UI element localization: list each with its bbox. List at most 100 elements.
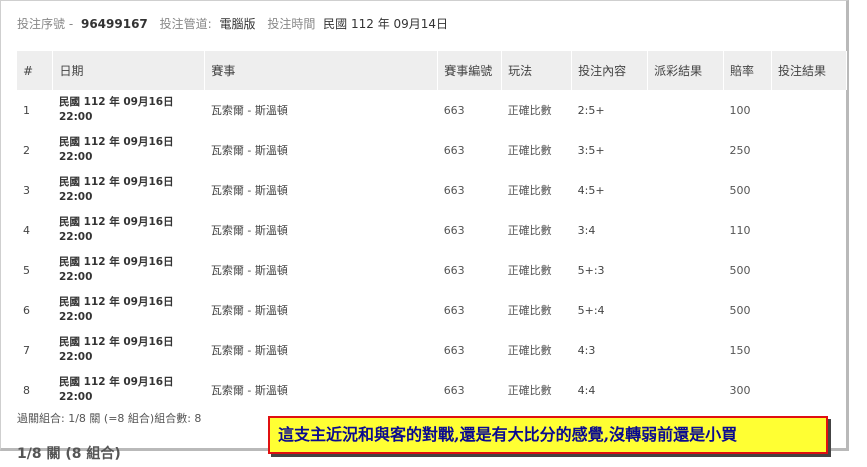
row-content: 2:5+: [577, 103, 605, 117]
row-date-time: 22:00: [58, 351, 93, 363]
combo-section-title: 1/8 關 (8 組合): [17, 446, 121, 462]
row-play: 正確比數: [507, 304, 552, 317]
row-match: 瓦索爾 - 斯溫頓: [210, 304, 288, 317]
row-index: 5: [23, 263, 30, 277]
row-match: 瓦索爾 - 斯溫頓: [210, 344, 288, 357]
row-payout: [648, 370, 724, 410]
time-label: 投注時間: [267, 17, 316, 31]
row-index: 1: [23, 103, 30, 117]
row-result: [772, 210, 847, 250]
time-value: 民國 112 年 09月14日: [323, 17, 449, 31]
bet-header: 投注序號 - 96499167 投注管道: 電腦版 投注時間 民國 112 年 …: [17, 15, 456, 32]
table-row: 3 民國 112 年 09月16日 22:00 瓦索爾 - 斯溫頓 663 正確比…: [17, 170, 847, 210]
row-content: 4:5+: [577, 183, 605, 197]
col-result: 投注結果: [771, 51, 847, 90]
table-row: 7 民國 112 年 09月16日 22:00 瓦索爾 - 斯溫頓 663 正確比…: [17, 330, 847, 370]
row-date-time: 22:00: [58, 311, 93, 323]
row-date-day: 民國 112 年 09月16日: [58, 216, 174, 228]
row-code: 663: [443, 143, 465, 157]
row-date-day: 民國 112 年 09月16日: [58, 96, 174, 108]
col-content: 投注內容: [571, 51, 649, 90]
row-payout: [648, 330, 724, 370]
row-date-time: 22:00: [58, 231, 93, 243]
row-content: 4:4: [577, 383, 596, 397]
col-match-code: 賽事編號: [437, 51, 503, 90]
row-date-day: 民國 112 年 09月16日: [58, 256, 174, 268]
table-row: 4 民國 112 年 09月16日 22:00 瓦索爾 - 斯溫頓 663 正確比…: [17, 210, 847, 250]
row-play: 正確比數: [507, 384, 552, 397]
row-date: 民國 112 年 09月16日 22:00: [53, 370, 205, 410]
row-match: 瓦索爾 - 斯溫頓: [210, 104, 288, 117]
channel-value: 電腦版: [219, 17, 256, 31]
row-match: 瓦索爾 - 斯溫頓: [210, 384, 288, 397]
row-odds: 500: [729, 183, 751, 197]
row-index: 4: [23, 223, 30, 237]
bet-table: # 日期 賽事 賽事編號 玩法 投注內容 派彩結果 賠率 投注結果 1 民國 1…: [17, 51, 847, 410]
row-result: [772, 250, 847, 290]
row-match: 瓦索爾 - 斯溫頓: [210, 224, 288, 237]
row-code: 663: [443, 343, 465, 357]
row-date-day: 民國 112 年 09月16日: [58, 176, 174, 188]
row-code: 663: [443, 223, 465, 237]
serial-value: 96499167: [80, 17, 148, 31]
col-index: #: [17, 51, 54, 90]
row-result: [772, 130, 847, 170]
row-code: 663: [443, 303, 465, 317]
row-code: 663: [443, 183, 465, 197]
row-content: 5+:3: [577, 263, 605, 277]
row-content: 5+:4: [577, 303, 605, 317]
row-date-day: 民國 112 年 09月16日: [58, 336, 174, 348]
table-row: 2 民國 112 年 09月16日 22:00 瓦索爾 - 斯溫頓 663 正確比…: [17, 130, 847, 170]
row-result: [772, 370, 847, 410]
combo-summary: 過關組合: 1/8 關 (=8 組合)組合數: 8: [17, 412, 202, 425]
row-odds: 300: [729, 383, 751, 397]
row-date: 民國 112 年 09月16日 22:00: [53, 210, 205, 250]
row-date-time: 22:00: [58, 391, 93, 403]
row-content: 3:5+: [577, 143, 605, 157]
row-date: 民國 112 年 09月16日 22:00: [53, 290, 205, 330]
row-odds: 500: [729, 263, 751, 277]
row-match: 瓦索爾 - 斯溫頓: [210, 184, 288, 197]
row-code: 663: [443, 383, 465, 397]
table-row: 6 民國 112 年 09月16日 22:00 瓦索爾 - 斯溫頓 663 正確比…: [17, 290, 847, 330]
table-header-row: # 日期 賽事 賽事編號 玩法 投注內容 派彩結果 賠率 投注結果: [17, 51, 847, 90]
row-match: 瓦索爾 - 斯溫頓: [210, 264, 288, 277]
row-odds: 150: [729, 343, 751, 357]
row-payout: [648, 90, 724, 130]
row-play: 正確比數: [507, 184, 552, 197]
row-date: 民國 112 年 09月16日 22:00: [53, 250, 205, 290]
row-result: [772, 290, 847, 330]
col-odds: 賠率: [723, 51, 772, 90]
row-code: 663: [443, 103, 465, 117]
row-date: 民國 112 年 09月16日 22:00: [53, 90, 205, 130]
row-date-day: 民國 112 年 09月16日: [58, 376, 174, 388]
col-play: 玩法: [501, 51, 573, 90]
row-result: [772, 90, 847, 130]
row-result: [772, 170, 847, 210]
row-code: 663: [443, 263, 465, 277]
row-payout: [648, 210, 724, 250]
row-date-time: 22:00: [58, 191, 93, 203]
row-date-time: 22:00: [58, 271, 93, 283]
row-payout: [648, 130, 724, 170]
row-date-time: 22:00: [58, 151, 93, 163]
row-date-day: 民國 112 年 09月16日: [58, 296, 174, 308]
col-payout: 派彩結果: [647, 51, 725, 90]
row-index: 2: [23, 143, 30, 157]
table-row: 8 民國 112 年 09月16日 22:00 瓦索爾 - 斯溫頓 663 正確比…: [17, 370, 847, 410]
channel-label: 投注管道:: [159, 17, 212, 31]
row-payout: [648, 250, 724, 290]
row-date: 民國 112 年 09月16日 22:00: [53, 170, 205, 210]
row-content: 4:3: [577, 343, 596, 357]
row-date-time: 22:00: [58, 111, 93, 123]
row-odds: 250: [729, 143, 751, 157]
table-row: 1 民國 112 年 09月16日 22:00 瓦索爾 - 斯溫頓 663 正確比…: [17, 90, 847, 130]
serial-label: 投注序號 -: [17, 17, 74, 31]
row-result: [772, 330, 847, 370]
row-odds: 100: [729, 103, 751, 117]
row-date-day: 民國 112 年 09月16日: [58, 136, 174, 148]
row-date: 民國 112 年 09月16日 22:00: [53, 130, 205, 170]
row-index: 6: [23, 303, 30, 317]
row-match: 瓦索爾 - 斯溫頓: [210, 144, 288, 157]
row-odds: 110: [729, 223, 751, 237]
